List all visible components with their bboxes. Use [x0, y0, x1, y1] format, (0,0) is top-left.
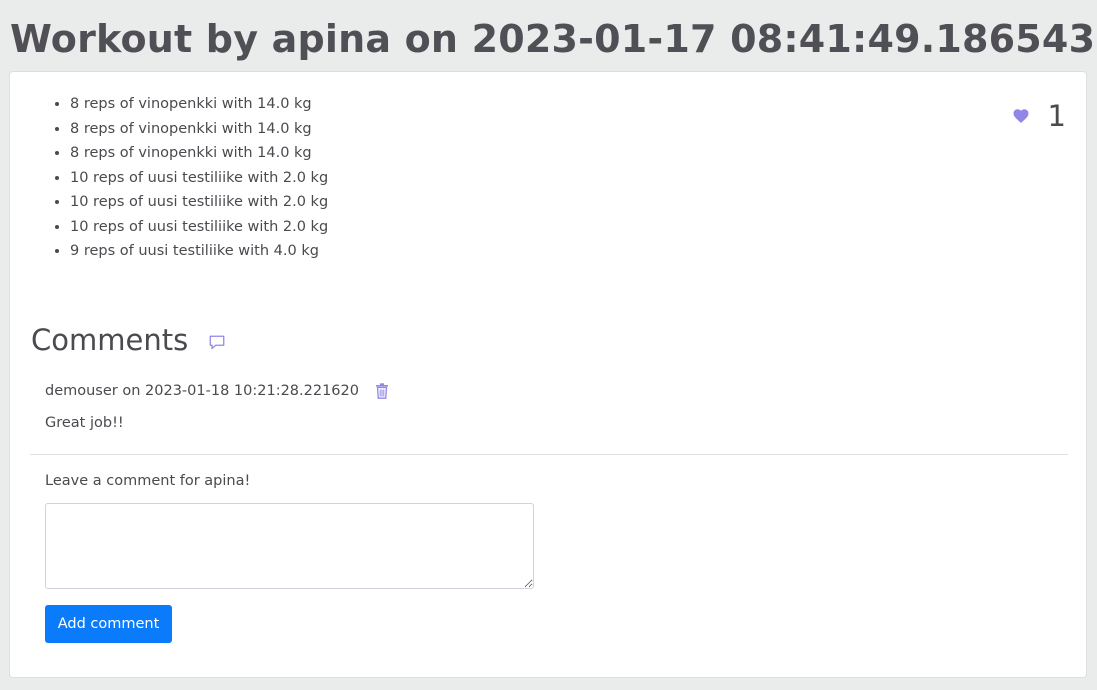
comments-heading: Comments	[31, 320, 226, 360]
list-item: 8 reps of vinopenkki with 14.0 kg	[70, 117, 328, 142]
list-item: 9 reps of uusi testiliike with 4.0 kg	[70, 239, 328, 264]
comment-form-label: Leave a comment for apina!	[45, 473, 251, 489]
list-item: 8 reps of vinopenkki with 14.0 kg	[70, 92, 328, 117]
heart-icon[interactable]	[1012, 107, 1030, 125]
comment-text: Great job!!	[45, 415, 124, 431]
comment-input[interactable]	[45, 503, 534, 589]
list-item: 8 reps of vinopenkki with 14.0 kg	[70, 141, 328, 166]
comments-title: Comments	[31, 323, 189, 357]
page-title: Workout by apina on 2023-01-17 08:41:49.…	[10, 17, 1096, 61]
comment-author-date: demouser on 2023-01-18 10:21:28.221620	[45, 383, 359, 399]
add-comment-button[interactable]: Add comment	[45, 605, 172, 643]
trash-icon[interactable]	[375, 383, 389, 399]
comment-icon	[209, 335, 225, 350]
sets-list: 8 reps of vinopenkki with 14.0 kg 8 reps…	[46, 92, 328, 264]
divider	[30, 454, 1068, 455]
comment-meta: demouser on 2023-01-18 10:21:28.221620	[45, 383, 389, 399]
workout-card: 8 reps of vinopenkki with 14.0 kg 8 reps…	[9, 71, 1087, 678]
list-item: 10 reps of uusi testiliike with 2.0 kg	[70, 190, 328, 215]
list-item: 10 reps of uusi testiliike with 2.0 kg	[70, 215, 328, 240]
like-count: 1	[1047, 99, 1066, 133]
like-area: 1	[1012, 98, 1066, 134]
list-item: 10 reps of uusi testiliike with 2.0 kg	[70, 166, 328, 191]
